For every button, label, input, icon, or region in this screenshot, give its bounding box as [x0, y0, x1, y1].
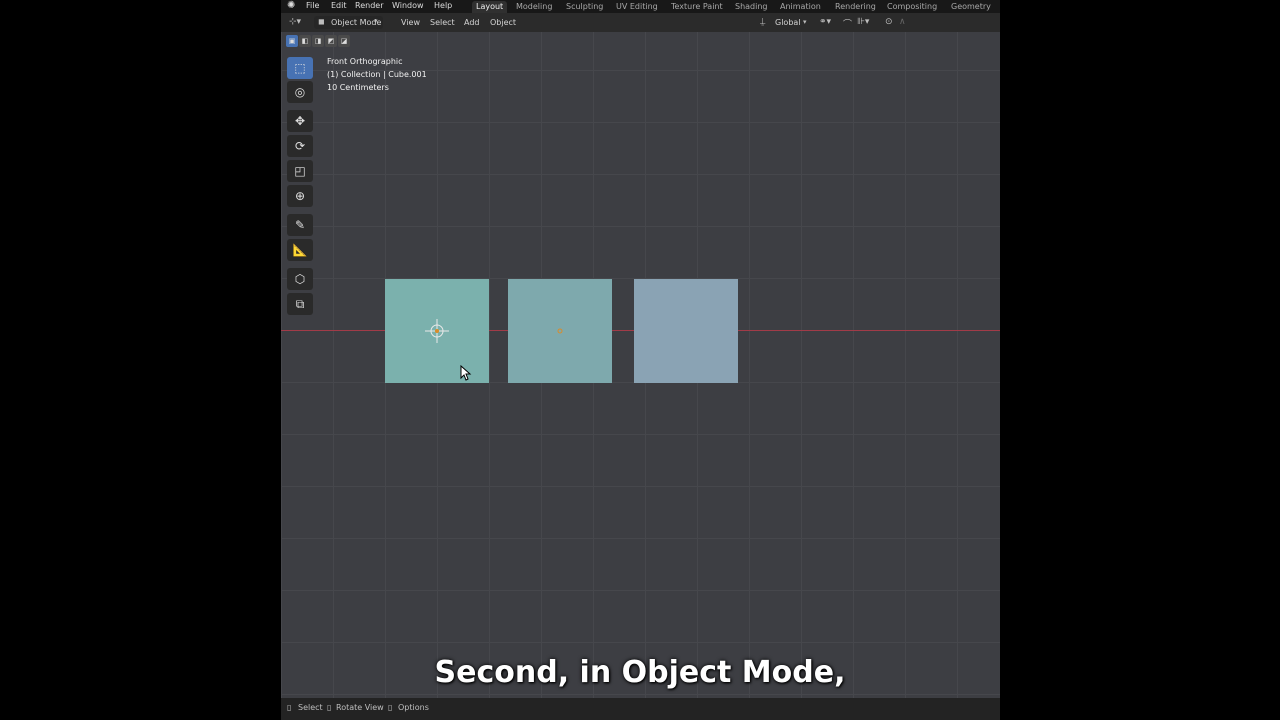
video-caption: Second, in Object Mode, [434, 655, 846, 690]
transform-icon[interactable]: ⊕ [287, 185, 313, 207]
annotate-icon[interactable]: ✎ [287, 214, 313, 236]
rotate-icon[interactable]: ⟳ [287, 135, 313, 157]
menu-render[interactable]: Render [355, 0, 383, 11]
grid-scale-label: 10 Centimeters [327, 83, 389, 92]
pivot-point-icon[interactable]: ⚭▾ [819, 17, 831, 27]
falloff-icon[interactable]: ∧ [899, 17, 906, 27]
tab-uv-editing[interactable]: UV Editing [612, 1, 662, 13]
tab-shading[interactable]: Shading [731, 1, 772, 13]
status-options: Options [398, 703, 429, 712]
scale-icon[interactable]: ◰ [287, 160, 313, 182]
mode-dropdown[interactable]: ◼ Object Mode ▾ [314, 16, 383, 29]
blender-window: ✺ File Edit Render Window Help Layout Mo… [281, 0, 1000, 720]
menu-file[interactable]: File [306, 0, 319, 11]
mouse-left-icon: ▯ [287, 703, 292, 712]
cube-right[interactable] [634, 279, 738, 383]
tab-rendering[interactable]: Rendering [831, 1, 880, 13]
add-cube-icon[interactable]: ⬡ [287, 268, 313, 290]
measure-icon[interactable]: 📐 [287, 239, 313, 261]
top-menu-bar: ✺ File Edit Render Window Help Layout Mo… [281, 0, 1000, 23]
extrude-icon[interactable]: ⧉ [287, 293, 313, 315]
3d-viewport[interactable]: ▣ ◧ ◨ ◩ ◪ Front Orthographic (1) Collect… [281, 32, 1000, 698]
proportional-edit-icon[interactable]: ⊙ [885, 17, 893, 27]
tab-texture-paint[interactable]: Texture Paint [667, 1, 727, 13]
tab-compositing[interactable]: Compositing [883, 1, 941, 13]
tab-modeling[interactable]: Modeling [512, 1, 556, 13]
cursor-icon[interactable]: ◎ [287, 81, 313, 103]
view-name: Front Orthographic [327, 57, 403, 66]
status-rotate-view: Rotate View [336, 703, 384, 712]
menu-object[interactable]: Object [490, 16, 516, 29]
chevron-down-icon: ▾ [803, 18, 807, 26]
menu-window[interactable]: Window [392, 0, 424, 11]
select-new-icon[interactable]: ▣ [286, 35, 298, 47]
cube-selected[interactable] [385, 279, 489, 383]
mouse-middle-icon: ▯ [327, 703, 332, 712]
orientation-icon: ⍊ [760, 17, 766, 27]
select-intersect-icon[interactable]: ◪ [338, 35, 350, 47]
cube-middle[interactable] [508, 279, 612, 383]
tab-layout[interactable]: Layout [472, 1, 508, 13]
tab-animation[interactable]: Animation [776, 1, 825, 13]
snap-target-icon[interactable]: ⊪▾ [857, 17, 869, 27]
select-subtract-icon[interactable]: ◨ [312, 35, 324, 47]
selection-mode-group: ▣ ◧ ◨ ◩ ◪ [286, 35, 350, 47]
menu-add[interactable]: Add [464, 16, 480, 29]
editor-type-icon[interactable]: ⊹▾ [289, 17, 301, 27]
select-difference-icon[interactable]: ◩ [325, 35, 337, 47]
viewport-header: ⊹▾ ◼ Object Mode ▾ View Select Add Objec… [281, 13, 1000, 32]
select-extend-icon[interactable]: ◧ [299, 35, 311, 47]
select-box-icon[interactable]: ⬚ [287, 57, 313, 79]
menu-view[interactable]: View [401, 16, 420, 29]
menu-edit[interactable]: Edit [331, 0, 347, 11]
collection-object-label: (1) Collection | Cube.001 [327, 70, 427, 79]
mouse-cursor-icon [460, 365, 472, 381]
origin-dot-icon [557, 328, 563, 334]
menu-select[interactable]: Select [430, 16, 455, 29]
blender-logo-icon[interactable]: ✺ [287, 0, 295, 11]
orientation-dropdown[interactable]: Global [775, 16, 801, 29]
chevron-down-icon: ▾ [374, 17, 378, 25]
mouse-right-icon: ▯ [388, 703, 393, 712]
status-select: Select [298, 703, 323, 712]
tab-sculpting[interactable]: Sculpting [562, 1, 607, 13]
object-mode-icon: ◼ [318, 17, 325, 26]
move-icon[interactable]: ✥ [287, 110, 313, 132]
status-bar: ▯ Select ▯ Rotate View ▯ Options [281, 698, 1000, 720]
tab-geometry-nodes[interactable]: Geometry No [947, 1, 1000, 23]
object-origin-crosshair-icon [425, 319, 449, 343]
menu-help[interactable]: Help [434, 0, 452, 11]
snap-icon[interactable]: ⌒ [843, 17, 852, 30]
